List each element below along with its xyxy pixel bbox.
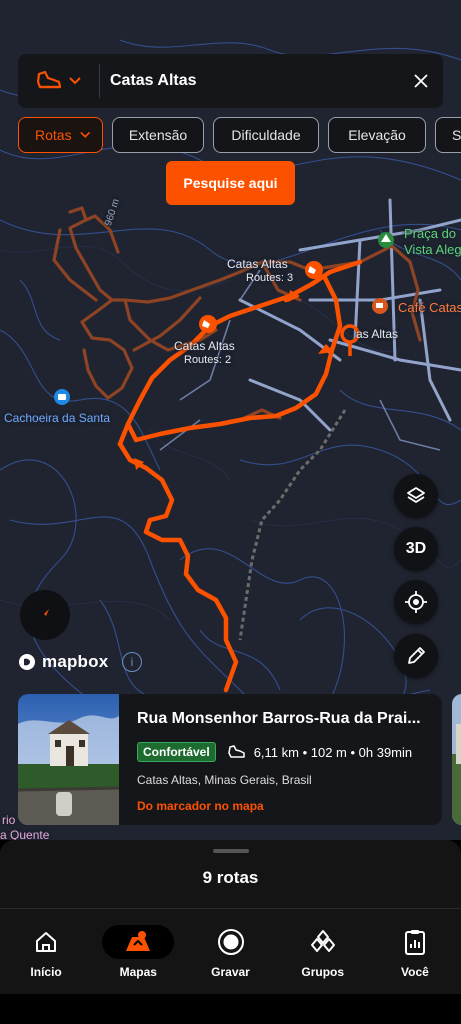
route-card[interactable]: Rua Monsenhor Barros-Rua da Prai... Conf… <box>18 694 442 825</box>
shoe-icon <box>227 745 245 758</box>
search-here-button[interactable]: Pesquise aqui <box>166 161 295 205</box>
compass-button[interactable] <box>20 590 70 640</box>
compass-icon <box>41 609 49 621</box>
3d-button[interactable]: 3D <box>394 527 438 571</box>
chevron-down-icon <box>79 131 90 138</box>
info-icon: i <box>130 655 134 669</box>
close-icon <box>414 74 428 88</box>
pencil-icon <box>408 647 425 664</box>
activity-type-selector[interactable] <box>18 64 100 98</box>
filter-chip-extensao[interactable]: Extensão <box>112 117 204 153</box>
layers-icon <box>407 487 425 503</box>
mapbox-logo-icon <box>19 654 35 670</box>
nav-icon-wrap <box>10 925 82 959</box>
locate-button[interactable] <box>394 580 438 624</box>
route-location: Catas Altas, Minas Gerais, Brasil <box>137 773 312 787</box>
layers-button[interactable] <box>394 474 438 518</box>
map-label-poi: Praça do <box>404 226 457 241</box>
search-input[interactable]: Catas Altas <box>100 72 399 90</box>
route-meta: Confortável 6,11 km • 102 m • 0h 39min <box>137 742 442 762</box>
nav-label: Início <box>30 965 62 979</box>
nav-label: Grupos <box>301 965 345 979</box>
mapbox-attribution: mapbox <box>18 652 108 672</box>
map-label-poi: Vista Aleg <box>404 242 461 257</box>
route-title[interactable]: Rua Monsenhor Barros-Rua da Prai... <box>137 710 423 728</box>
next-route-photo <box>452 694 461 825</box>
chip-label: Su <box>452 127 461 143</box>
difficulty-badge: Confortável <box>137 742 216 762</box>
map-label-routes: Routes: 2 <box>184 354 232 366</box>
filter-chip-dificuldade[interactable]: Dificuldade <box>213 117 319 153</box>
filter-chips: Rotas Extensão Dificuldade Elevação Su <box>18 117 461 153</box>
nav-item-gravar[interactable]: Gravar <box>184 909 276 994</box>
search-bar[interactable]: Catas Altas <box>18 54 443 108</box>
nav-icon-wrap <box>195 925 267 959</box>
mapbox-wordmark: mapbox <box>42 652 109 671</box>
profile-icon <box>404 930 425 955</box>
map-label-town: Catas Altas <box>174 339 235 353</box>
record-icon <box>217 929 244 955</box>
clear-button[interactable] <box>399 59 443 103</box>
map-label-town: Catas Altas <box>227 257 288 271</box>
filter-chip-more[interactable]: Su <box>435 117 461 153</box>
filter-chip-elevacao[interactable]: Elevação <box>328 117 426 153</box>
nav-label: Gravar <box>211 965 250 979</box>
nav-icon-wrap <box>287 925 359 959</box>
routes-count: 9 rotas <box>202 868 259 887</box>
nav-item-mapas[interactable]: Mapas <box>92 909 184 994</box>
map-label-routes: Routes: 3 <box>246 272 294 284</box>
chip-label: Rotas <box>35 127 72 143</box>
route-photo <box>18 694 119 825</box>
chevron-down-icon <box>68 77 81 85</box>
chip-label: Extensão <box>128 127 188 143</box>
bottom-nav: Início Mapas Gravar Grupos Você <box>0 908 461 994</box>
results-sheet[interactable]: 9 rotas <box>0 840 461 910</box>
info-button[interactable]: i <box>122 652 142 672</box>
route-info: Rua Monsenhor Barros-Rua da Prai... Conf… <box>119 694 442 825</box>
map-label-cafe: Café Catas <box>398 300 461 315</box>
nav-label: Você <box>401 965 429 979</box>
home-icon <box>36 932 57 952</box>
draw-route-button[interactable] <box>394 634 438 678</box>
map-icon <box>126 931 151 951</box>
route-thumbnail <box>18 694 119 825</box>
next-route-card[interactable] <box>452 694 461 825</box>
chip-label: Dificuldade <box>231 127 301 143</box>
3d-label: 3D <box>405 540 427 557</box>
nav-label: Mapas <box>119 965 157 979</box>
crosshair-icon <box>405 591 427 613</box>
nav-item-voce[interactable]: Você <box>369 909 461 994</box>
nav-icon-wrap <box>102 925 175 959</box>
map-label-town: as Altas <box>356 327 399 341</box>
system-bar <box>0 994 461 1024</box>
nav-item-grupos[interactable]: Grupos <box>277 909 369 994</box>
shoe-icon <box>36 70 61 89</box>
map-label-waterfall: Cachoeira da Santa <box>4 411 111 425</box>
filter-chip-rotas[interactable]: Rotas <box>18 117 103 153</box>
nav-item-inicio[interactable]: Início <box>0 909 92 994</box>
chip-label: Elevação <box>348 127 406 143</box>
route-stats: 6,11 km • 102 m • 0h 39min <box>253 744 413 760</box>
sheet-handle[interactable] <box>213 849 249 853</box>
groups-icon <box>310 930 335 952</box>
map-label-edge: rio <box>2 813 16 827</box>
nav-icon-wrap <box>379 925 451 959</box>
route-origin-link[interactable]: Do marcador no mapa <box>137 799 442 813</box>
